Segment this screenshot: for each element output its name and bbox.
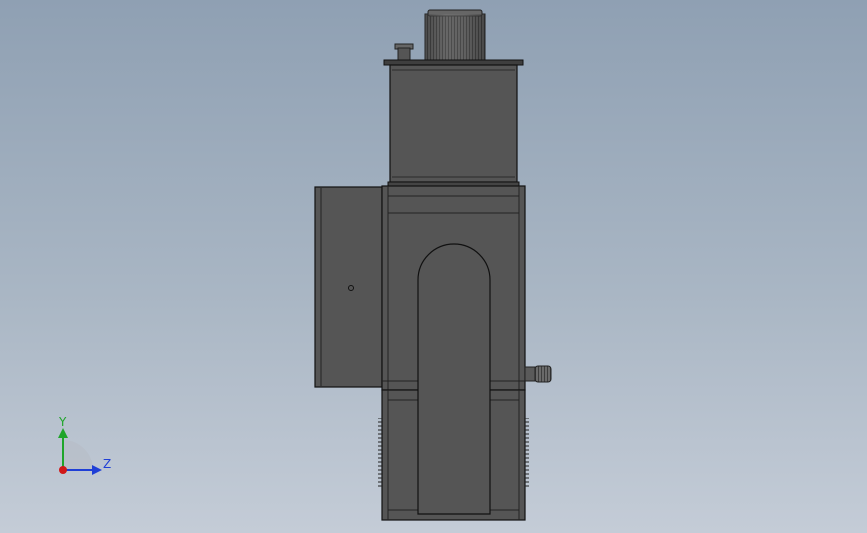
x-axis-dot [59,466,67,474]
door[interactable] [314,186,383,388]
cad-viewport[interactable]: Y Z [0,0,867,533]
triad-quadrant [63,440,93,470]
upper-housing[interactable] [387,64,520,187]
y-axis-label: Y [58,415,67,429]
side-pipe[interactable] [524,365,552,383]
z-axis-arrow [92,465,102,475]
top-plate[interactable] [383,59,524,66]
arch-opening[interactable] [417,243,491,515]
motor-cap[interactable] [424,9,486,61]
nozzle[interactable] [394,43,414,61]
axis-triad: Y Z [58,415,111,475]
z-axis-label: Z [103,457,111,471]
y-axis-arrow [58,428,68,438]
